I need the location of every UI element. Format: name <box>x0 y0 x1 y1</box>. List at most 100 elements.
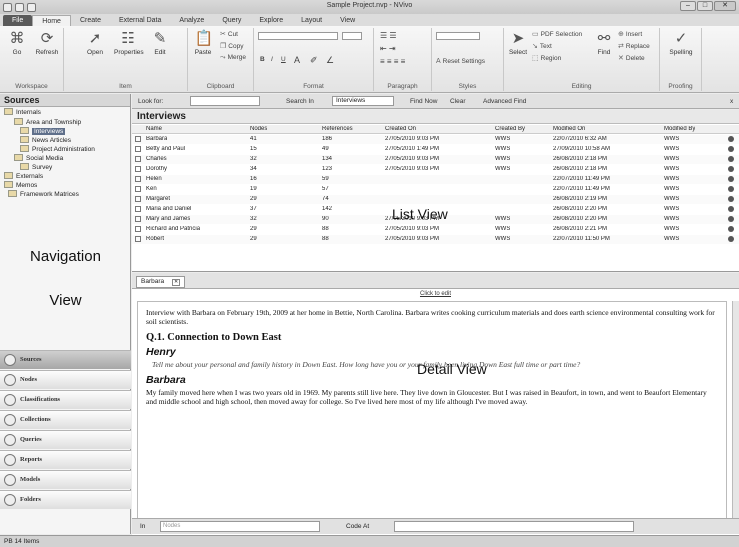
column-header-nodes[interactable]: Nodes <box>250 126 267 132</box>
nodes-dropdown[interactable]: Nodes <box>160 521 320 532</box>
tree-node-social-media[interactable]: Social Media <box>14 154 63 162</box>
table-row[interactable]: Ken 19 57 22/07/2010 11:49 PM WWS <box>132 185 739 194</box>
tab-query[interactable]: Query <box>213 15 250 26</box>
maximize-button[interactable]: □ <box>697 1 713 11</box>
select-button[interactable]: ➤ Select <box>504 30 532 56</box>
tree-node-area-township[interactable]: Area and Township <box>14 118 81 126</box>
tab-home[interactable]: Home <box>32 15 71 26</box>
table-cell: WWS <box>664 186 680 192</box>
document-page[interactable]: Interview with Barbara on February 19th,… <box>137 301 727 523</box>
minimize-button[interactable]: – <box>680 1 696 11</box>
tab-external-data[interactable]: External Data <box>110 15 170 26</box>
properties-button[interactable]: ☷ Properties <box>114 30 144 56</box>
search-scope-input[interactable]: Interviews <box>332 96 394 106</box>
go-button[interactable]: ⌘ Go <box>3 30 31 56</box>
document-icon <box>135 166 141 172</box>
cut-button[interactable]: ✂ Cut <box>220 30 238 38</box>
detail-scrollbar[interactable] <box>732 301 739 523</box>
nav-button-collections[interactable]: Collections <box>0 410 131 429</box>
table-row[interactable]: Margaret 29 74 26/08/2010 2:19 PM WWS <box>132 195 739 204</box>
column-header-name[interactable]: Name <box>146 126 162 132</box>
refresh-button[interactable]: ⟳ Refresh <box>33 30 61 56</box>
font-name-select[interactable] <box>258 32 338 40</box>
tab-explore[interactable]: Explore <box>250 15 292 26</box>
style-select[interactable] <box>436 32 480 40</box>
region-select-button[interactable]: ⬚ Region <box>532 54 561 62</box>
tree-node-framework-matrices[interactable]: Framework Matrices <box>8 190 79 198</box>
clear-button[interactable]: Clear <box>450 98 466 105</box>
reset-settings-button[interactable]: A Reset Settings <box>436 58 485 65</box>
table-cell: WWS <box>664 136 680 142</box>
font-size-select[interactable] <box>342 32 362 40</box>
reset-icon: A <box>436 58 441 65</box>
spelling-button[interactable]: ✓ Spelling <box>667 30 695 56</box>
tab-analyze[interactable]: Analyze <box>170 15 213 26</box>
table-row[interactable]: Robert 29 88 27/05/2010 9:03 PM WWS 22/07/201… <box>132 235 739 244</box>
table-row[interactable]: Dorothy 34 123 27/05/2010 9:03 PM WWS 26/08/2… <box>132 165 739 174</box>
merge-button[interactable]: ⤳ Merge <box>220 54 246 62</box>
tree-node-internals[interactable]: Internals <box>4 108 41 116</box>
paste-button[interactable]: 📋 Paste <box>189 30 217 56</box>
find-now-button[interactable]: Find Now <box>410 98 437 105</box>
table-row[interactable]: Helen 16 59 22/07/2010 11:49 PM WWS <box>132 175 739 184</box>
look-for-input[interactable] <box>190 96 260 106</box>
column-header-modified-by[interactable]: Modified By <box>664 126 695 132</box>
nav-button-queries[interactable]: Queries <box>0 430 131 449</box>
italic-button[interactable]: I <box>271 56 273 63</box>
nav-button-reports[interactable]: Reports <box>0 450 131 469</box>
copy-button[interactable]: ❐ Copy <box>220 42 243 50</box>
click-to-edit-link[interactable]: Click to edit <box>132 291 739 297</box>
bold-button[interactable]: B <box>260 56 265 63</box>
indent-icon[interactable]: ⇤ ⇥ <box>380 44 396 53</box>
edit-button[interactable]: ✎ Edit <box>146 30 174 56</box>
highlight-icon[interactable]: ✐ <box>310 55 318 66</box>
tree-node-survey[interactable]: Survey <box>20 163 52 171</box>
close-find-bar-button[interactable]: x <box>730 98 733 105</box>
advanced-find-button[interactable]: Advanced Find <box>483 98 526 105</box>
detail-tab-barbara[interactable]: Barbara ✕ <box>136 276 186 288</box>
tab-create[interactable]: Create <box>71 15 110 26</box>
tree-node-news-articles[interactable]: News Articles <box>20 136 71 144</box>
replace-button[interactable]: ⇄ Replace <box>618 42 650 50</box>
code-at-input[interactable] <box>394 521 634 532</box>
delete-button[interactable]: ✕ Delete <box>618 54 645 62</box>
table-row[interactable]: Betty and Paul 15 49 27/05/2010 1:49 PM WWS 2… <box>132 145 739 154</box>
clear-format-icon[interactable]: ∠ <box>326 55 334 66</box>
table-row[interactable]: Charles 32 134 27/05/2010 9:03 PM WWS 26/08/2… <box>132 155 739 164</box>
color-marker-icon <box>728 236 734 242</box>
nav-button-models[interactable]: Models <box>0 470 131 489</box>
nav-button-sources[interactable]: Sources <box>0 350 131 369</box>
tree-node-memos[interactable]: Memos <box>4 181 37 189</box>
open-icon: ➚ <box>88 30 102 47</box>
styles-group: A Reset Settings Styles <box>432 28 504 91</box>
tree-node-project-administration[interactable]: Project Administration <box>20 145 95 153</box>
table-row[interactable]: Barbara 41 186 27/05/2010 9:03 PM WWS 22/07/2… <box>132 135 739 144</box>
tab-layout[interactable]: Layout <box>292 15 331 26</box>
align-icon[interactable]: ≡ ≡ ≡ ≡ <box>380 57 405 66</box>
find-button[interactable]: ⚯ Find <box>590 30 618 56</box>
column-header-created-by[interactable]: Created By <box>495 126 525 132</box>
nav-button-nodes[interactable]: Nodes <box>0 370 131 389</box>
table-cell: 22/07/2010 11:50 PM <box>553 236 610 242</box>
pdf-selection-button[interactable]: ▭ PDF Selection <box>532 30 582 38</box>
nav-button-classifications[interactable]: Classifications <box>0 390 131 409</box>
column-header-modified-on[interactable]: Modified On <box>553 126 585 132</box>
table-row[interactable]: Richard and Patricia 29 88 27/05/2010 9:03 … <box>132 225 739 234</box>
document-icon <box>135 156 141 162</box>
open-button[interactable]: ➚ Open <box>81 30 109 56</box>
column-header-references[interactable]: References <box>322 126 353 132</box>
search-in-button[interactable]: Search In <box>286 98 314 105</box>
nav-button-folders[interactable]: Folders <box>0 490 131 509</box>
font-color-icon[interactable]: A <box>294 55 300 65</box>
bullets-icon[interactable]: ☰ ☰ <box>380 31 397 40</box>
column-header-created-on[interactable]: Created On <box>385 126 416 132</box>
text-select-button[interactable]: ↘ Text <box>532 42 552 50</box>
tab-view[interactable]: View <box>331 15 364 26</box>
tree-node-externals[interactable]: Externals <box>4 172 43 180</box>
close-tab-icon[interactable]: ✕ <box>172 279 181 286</box>
tree-node-interviews[interactable]: Interviews <box>20 127 66 135</box>
close-button[interactable]: ✕ <box>714 1 736 11</box>
tab-file[interactable]: File <box>3 15 33 26</box>
insert-button[interactable]: ⊕ Insert <box>618 30 642 38</box>
underline-button[interactable]: U <box>281 56 286 63</box>
